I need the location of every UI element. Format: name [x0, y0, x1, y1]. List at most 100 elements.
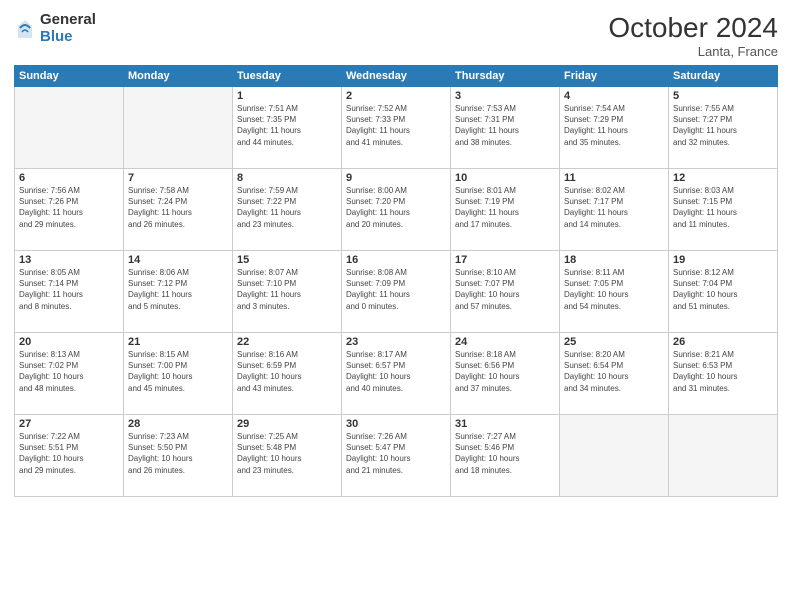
day-cell: 4Sunrise: 7:54 AM Sunset: 7:29 PM Daylig…	[560, 87, 669, 169]
day-number: 12	[673, 172, 773, 184]
day-cell: 31Sunrise: 7:27 AM Sunset: 5:46 PM Dayli…	[451, 415, 560, 497]
day-number: 18	[564, 254, 664, 266]
logo-general-text: General	[40, 12, 96, 29]
day-info: Sunrise: 8:21 AM Sunset: 6:53 PM Dayligh…	[673, 349, 773, 394]
day-info: Sunrise: 8:15 AM Sunset: 7:00 PM Dayligh…	[128, 349, 228, 394]
calendar-table: SundayMondayTuesdayWednesdayThursdayFrid…	[14, 65, 778, 497]
day-number: 27	[19, 418, 119, 430]
day-header-saturday: Saturday	[669, 66, 778, 87]
day-header-wednesday: Wednesday	[342, 66, 451, 87]
day-number: 29	[237, 418, 337, 430]
day-number: 14	[128, 254, 228, 266]
day-info: Sunrise: 7:26 AM Sunset: 5:47 PM Dayligh…	[346, 431, 446, 476]
day-cell: 5Sunrise: 7:55 AM Sunset: 7:27 PM Daylig…	[669, 87, 778, 169]
logo-blue-text: Blue	[40, 29, 96, 46]
day-info: Sunrise: 8:02 AM Sunset: 7:17 PM Dayligh…	[564, 185, 664, 230]
day-cell: 19Sunrise: 8:12 AM Sunset: 7:04 PM Dayli…	[669, 251, 778, 333]
day-number: 7	[128, 172, 228, 184]
day-info: Sunrise: 8:16 AM Sunset: 6:59 PM Dayligh…	[237, 349, 337, 394]
day-cell: 6Sunrise: 7:56 AM Sunset: 7:26 PM Daylig…	[15, 169, 124, 251]
day-cell: 12Sunrise: 8:03 AM Sunset: 7:15 PM Dayli…	[669, 169, 778, 251]
day-number: 20	[19, 336, 119, 348]
day-cell: 8Sunrise: 7:59 AM Sunset: 7:22 PM Daylig…	[233, 169, 342, 251]
day-cell: 30Sunrise: 7:26 AM Sunset: 5:47 PM Dayli…	[342, 415, 451, 497]
day-header-monday: Monday	[124, 66, 233, 87]
day-info: Sunrise: 7:22 AM Sunset: 5:51 PM Dayligh…	[19, 431, 119, 476]
day-info: Sunrise: 8:01 AM Sunset: 7:19 PM Dayligh…	[455, 185, 555, 230]
day-cell: 25Sunrise: 8:20 AM Sunset: 6:54 PM Dayli…	[560, 333, 669, 415]
logo: General Blue	[14, 12, 96, 45]
day-cell: 11Sunrise: 8:02 AM Sunset: 7:17 PM Dayli…	[560, 169, 669, 251]
day-info: Sunrise: 7:23 AM Sunset: 5:50 PM Dayligh…	[128, 431, 228, 476]
day-info: Sunrise: 7:25 AM Sunset: 5:48 PM Dayligh…	[237, 431, 337, 476]
header-row: SundayMondayTuesdayWednesdayThursdayFrid…	[15, 66, 778, 87]
day-number: 5	[673, 90, 773, 102]
logo-icon	[14, 18, 36, 40]
day-cell: 13Sunrise: 8:05 AM Sunset: 7:14 PM Dayli…	[15, 251, 124, 333]
day-cell: 15Sunrise: 8:07 AM Sunset: 7:10 PM Dayli…	[233, 251, 342, 333]
day-number: 11	[564, 172, 664, 184]
day-cell: 21Sunrise: 8:15 AM Sunset: 7:00 PM Dayli…	[124, 333, 233, 415]
day-info: Sunrise: 8:00 AM Sunset: 7:20 PM Dayligh…	[346, 185, 446, 230]
header: General Blue October 2024 Lanta, France	[14, 12, 778, 59]
day-number: 15	[237, 254, 337, 266]
day-info: Sunrise: 7:54 AM Sunset: 7:29 PM Dayligh…	[564, 103, 664, 148]
day-info: Sunrise: 8:12 AM Sunset: 7:04 PM Dayligh…	[673, 267, 773, 312]
day-number: 19	[673, 254, 773, 266]
day-number: 4	[564, 90, 664, 102]
day-cell: 18Sunrise: 8:11 AM Sunset: 7:05 PM Dayli…	[560, 251, 669, 333]
day-info: Sunrise: 7:56 AM Sunset: 7:26 PM Dayligh…	[19, 185, 119, 230]
month-title: October 2024	[608, 12, 778, 44]
day-number: 25	[564, 336, 664, 348]
location: Lanta, France	[608, 44, 778, 59]
day-info: Sunrise: 7:55 AM Sunset: 7:27 PM Dayligh…	[673, 103, 773, 148]
day-cell: 26Sunrise: 8:21 AM Sunset: 6:53 PM Dayli…	[669, 333, 778, 415]
day-header-sunday: Sunday	[15, 66, 124, 87]
day-info: Sunrise: 8:13 AM Sunset: 7:02 PM Dayligh…	[19, 349, 119, 394]
day-info: Sunrise: 8:10 AM Sunset: 7:07 PM Dayligh…	[455, 267, 555, 312]
day-cell: 29Sunrise: 7:25 AM Sunset: 5:48 PM Dayli…	[233, 415, 342, 497]
day-info: Sunrise: 7:53 AM Sunset: 7:31 PM Dayligh…	[455, 103, 555, 148]
day-number: 24	[455, 336, 555, 348]
day-cell	[15, 87, 124, 169]
day-cell: 2Sunrise: 7:52 AM Sunset: 7:33 PM Daylig…	[342, 87, 451, 169]
week-row-4: 20Sunrise: 8:13 AM Sunset: 7:02 PM Dayli…	[15, 333, 778, 415]
day-info: Sunrise: 8:07 AM Sunset: 7:10 PM Dayligh…	[237, 267, 337, 312]
title-block: October 2024 Lanta, France	[608, 12, 778, 59]
day-cell: 1Sunrise: 7:51 AM Sunset: 7:35 PM Daylig…	[233, 87, 342, 169]
week-row-5: 27Sunrise: 7:22 AM Sunset: 5:51 PM Dayli…	[15, 415, 778, 497]
day-header-friday: Friday	[560, 66, 669, 87]
day-info: Sunrise: 7:27 AM Sunset: 5:46 PM Dayligh…	[455, 431, 555, 476]
day-cell: 16Sunrise: 8:08 AM Sunset: 7:09 PM Dayli…	[342, 251, 451, 333]
day-number: 1	[237, 90, 337, 102]
day-number: 22	[237, 336, 337, 348]
day-number: 9	[346, 172, 446, 184]
day-cell: 20Sunrise: 8:13 AM Sunset: 7:02 PM Dayli…	[15, 333, 124, 415]
day-cell: 17Sunrise: 8:10 AM Sunset: 7:07 PM Dayli…	[451, 251, 560, 333]
day-info: Sunrise: 8:03 AM Sunset: 7:15 PM Dayligh…	[673, 185, 773, 230]
day-cell: 24Sunrise: 8:18 AM Sunset: 6:56 PM Dayli…	[451, 333, 560, 415]
day-cell	[124, 87, 233, 169]
day-number: 28	[128, 418, 228, 430]
day-cell: 10Sunrise: 8:01 AM Sunset: 7:19 PM Dayli…	[451, 169, 560, 251]
day-number: 3	[455, 90, 555, 102]
day-cell: 14Sunrise: 8:06 AM Sunset: 7:12 PM Dayli…	[124, 251, 233, 333]
day-info: Sunrise: 8:18 AM Sunset: 6:56 PM Dayligh…	[455, 349, 555, 394]
day-number: 13	[19, 254, 119, 266]
day-number: 2	[346, 90, 446, 102]
day-info: Sunrise: 8:17 AM Sunset: 6:57 PM Dayligh…	[346, 349, 446, 394]
day-header-tuesday: Tuesday	[233, 66, 342, 87]
day-cell: 27Sunrise: 7:22 AM Sunset: 5:51 PM Dayli…	[15, 415, 124, 497]
logo-text: General Blue	[40, 12, 96, 45]
day-info: Sunrise: 8:20 AM Sunset: 6:54 PM Dayligh…	[564, 349, 664, 394]
day-cell	[669, 415, 778, 497]
day-cell: 3Sunrise: 7:53 AM Sunset: 7:31 PM Daylig…	[451, 87, 560, 169]
day-cell: 28Sunrise: 7:23 AM Sunset: 5:50 PM Dayli…	[124, 415, 233, 497]
day-number: 10	[455, 172, 555, 184]
day-cell: 7Sunrise: 7:58 AM Sunset: 7:24 PM Daylig…	[124, 169, 233, 251]
day-cell: 9Sunrise: 8:00 AM Sunset: 7:20 PM Daylig…	[342, 169, 451, 251]
calendar-page: General Blue October 2024 Lanta, France …	[0, 0, 792, 612]
day-number: 23	[346, 336, 446, 348]
day-info: Sunrise: 7:59 AM Sunset: 7:22 PM Dayligh…	[237, 185, 337, 230]
day-number: 30	[346, 418, 446, 430]
